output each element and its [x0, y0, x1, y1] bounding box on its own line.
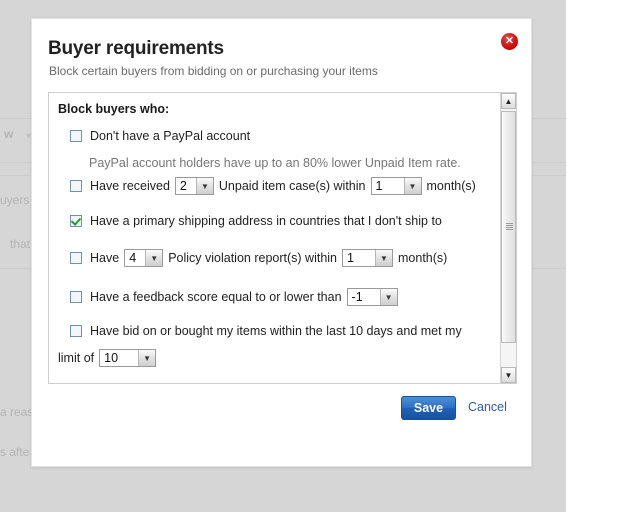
checkbox-feedback-score[interactable]	[70, 291, 82, 303]
requirement-row-unpaid-cases[interactable]: Have received 2 ▼ Unpaid item case(s) wi…	[70, 177, 476, 195]
checkbox-unpaid-cases[interactable]	[70, 180, 82, 192]
cancel-button[interactable]: Cancel	[468, 400, 507, 414]
dialog-title: Buyer requirements	[48, 38, 224, 59]
chevron-down-icon: ▼	[375, 250, 392, 266]
backdrop-text-fragment: s afte	[0, 445, 30, 459]
panel-scrollbar[interactable]: ▲ ▼	[500, 93, 516, 383]
checkbox-shipping-address[interactable]	[70, 215, 82, 227]
scroll-down-arrow-icon[interactable]: ▼	[501, 367, 516, 383]
select-unpaid-period-value: 1	[375, 179, 383, 193]
select-feedback-score-value: -1	[351, 290, 363, 304]
requirements-panel-content: Block buyers who: Don't have a PayPal ac…	[49, 93, 501, 383]
backdrop-text-fragment: uyers	[0, 193, 30, 207]
unpaid-label-before: Have received	[90, 179, 170, 193]
panel-heading: Block buyers who:	[58, 102, 170, 116]
scrollbar-grip-icon	[506, 223, 513, 231]
chevron-down-icon: ▼	[195, 178, 213, 194]
policy-label-before: Have	[90, 251, 120, 265]
requirement-label-paypal: Don't have a PayPal account	[90, 129, 251, 143]
select-policy-report-count-value: 4	[129, 251, 137, 265]
requirement-row-paypal[interactable]: Don't have a PayPal account	[70, 129, 250, 143]
save-button[interactable]: Save	[401, 396, 456, 420]
paypal-rate-note: PayPal account holders have up to an 80%…	[89, 156, 461, 170]
requirement-row-shipping-address[interactable]: Have a primary shipping address in count…	[70, 214, 442, 228]
chevron-down-icon: ▼	[403, 178, 421, 194]
backdrop-text-fragment: w	[4, 127, 14, 141]
bid-limit-label-line1: Have bid on or bought my items within th…	[90, 324, 462, 338]
policy-label-after: month(s)	[398, 251, 448, 265]
chevron-down-icon: ▼	[379, 289, 397, 305]
backdrop-text-fragment: that	[10, 237, 31, 251]
scrollbar-thumb[interactable]	[501, 111, 516, 343]
select-bid-limit[interactable]: 10 ▼	[99, 349, 157, 367]
requirement-label-shipping: Have a primary shipping address in count…	[90, 214, 442, 228]
requirement-row-bid-limit[interactable]: Have bid on or bought my items within th…	[70, 324, 462, 338]
select-unpaid-period[interactable]: 1 ▼	[370, 177, 422, 195]
close-icon[interactable]: ✕	[501, 33, 518, 50]
chevron-down-icon: ▼	[138, 350, 156, 366]
select-unpaid-case-count[interactable]: 2 ▼	[174, 177, 214, 195]
unpaid-label-after: month(s)	[426, 179, 476, 193]
scroll-up-arrow-icon[interactable]: ▲	[501, 93, 516, 109]
chevron-down-icon: ▼	[145, 250, 163, 266]
checkbox-policy-violations[interactable]	[70, 252, 82, 264]
buyer-requirements-dialog: Buyer requirements Block certain buyers …	[31, 18, 532, 467]
requirement-row-feedback-score[interactable]: Have a feedback score equal to or lower …	[70, 288, 403, 306]
select-policy-period[interactable]: 1 ▼	[342, 249, 393, 267]
feedback-label: Have a feedback score equal to or lower …	[90, 290, 342, 304]
select-unpaid-case-count-value: 2	[179, 179, 187, 193]
unpaid-label-middle: Unpaid item case(s) within	[218, 179, 366, 193]
bid-limit-second-line[interactable]: limit of 10 ▼	[58, 349, 161, 367]
requirement-row-policy-violations[interactable]: Have 4 ▼ Policy violation report(s) with…	[70, 249, 447, 267]
requirements-panel: Block buyers who: Don't have a PayPal ac…	[48, 92, 517, 384]
select-feedback-score[interactable]: -1 ▼	[346, 288, 398, 306]
policy-label-middle: Policy violation report(s) within	[168, 251, 337, 265]
checkbox-bid-limit[interactable]	[70, 325, 82, 337]
scrollbar-track[interactable]	[501, 109, 516, 367]
bid-limit-label-line2: limit of	[58, 351, 95, 365]
select-bid-limit-value: 10	[104, 351, 119, 365]
close-icon-glyph: ✕	[504, 35, 515, 47]
select-policy-period-value: 1	[347, 251, 354, 265]
checkbox-paypal-account[interactable]	[70, 130, 82, 142]
select-policy-report-count[interactable]: 4 ▼	[124, 249, 164, 267]
dialog-subtitle: Block certain buyers from bidding on or …	[49, 64, 378, 78]
backdrop-text-fragment: a reas	[0, 405, 34, 419]
